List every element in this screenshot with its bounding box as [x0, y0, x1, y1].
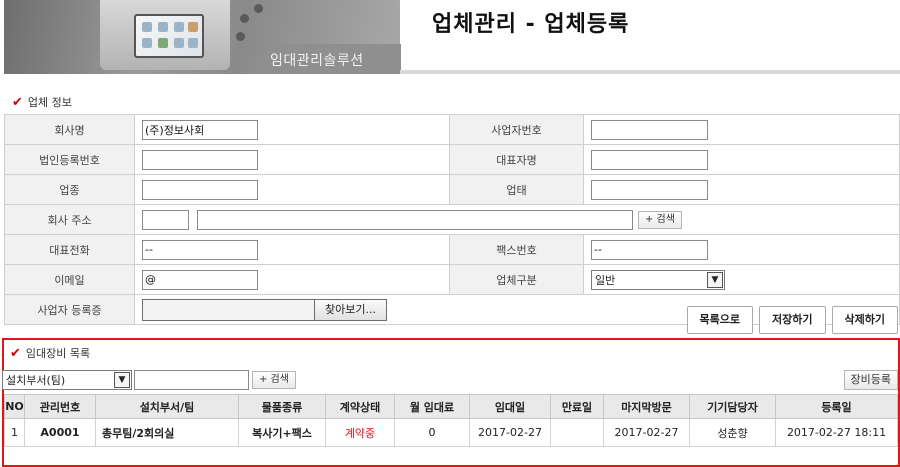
- row-start-date: 2017-02-27: [469, 418, 551, 447]
- column-header[interactable]: 물품종류: [238, 394, 326, 419]
- fax-cell: [583, 234, 900, 265]
- row-code[interactable]: A0001: [24, 418, 96, 447]
- address-search-button[interactable]: + 검색: [638, 210, 682, 229]
- column-header[interactable]: 관리번호: [24, 394, 96, 419]
- solution-label: 임대관리솔루션: [270, 53, 364, 69]
- rental-search-input[interactable]: [134, 370, 249, 390]
- copier-button-icon: [254, 4, 263, 13]
- dept-filter-select[interactable]: 설치부서(팀) ▼: [2, 370, 132, 390]
- column-header[interactable]: 기기담당자: [689, 394, 776, 419]
- column-header[interactable]: NO: [4, 394, 25, 419]
- back-to-list-button[interactable]: 목록으로: [686, 306, 754, 334]
- row-end-date: [550, 418, 604, 447]
- rental-section-header: ✔ 임대장비 목록: [10, 342, 90, 364]
- company-section-header: ✔ 업체 정보: [12, 91, 72, 113]
- chevron-down-icon[interactable]: ▼: [114, 372, 130, 388]
- business-no-label: 사업자번호: [449, 114, 584, 145]
- delete-button[interactable]: 삭제하기: [831, 306, 898, 334]
- row-registered: 2017-02-27 18:11: [775, 418, 898, 447]
- column-header[interactable]: 마지막방문: [603, 394, 690, 419]
- phone-input[interactable]: [142, 239, 258, 260]
- business-type-input[interactable]: [142, 179, 258, 200]
- row-dept: 총무팀/2회의실: [95, 418, 239, 447]
- business-item-cell: [583, 174, 900, 205]
- row-status: 계약중: [325, 418, 395, 447]
- ceo-name-label: 대표자명: [449, 144, 584, 175]
- rental-table: NO 관리번호 설치부서/팀 물품종류 계약상태 월 임대료 임대일 만료일 마…: [4, 394, 898, 447]
- phone-label: 대표전화: [4, 234, 135, 265]
- company-kind-label: 업체구분: [449, 264, 584, 295]
- company-form-table: 회사명 사업자번호 법인등록번호 대표자명 업종 업태 회사 주소: [4, 114, 900, 325]
- fax-label: 팩스번호: [449, 234, 584, 265]
- address-cell: + 검색: [134, 204, 900, 235]
- row-fee: 0: [394, 418, 470, 447]
- company-name-cell: [134, 114, 450, 145]
- ceo-name-input[interactable]: [591, 149, 708, 170]
- corp-reg-no-label: 법인등록번호: [4, 144, 135, 175]
- row-last-visit: 2017-02-27: [603, 418, 690, 447]
- file-path-box[interactable]: [142, 298, 314, 321]
- checkmark-icon: ✔: [12, 94, 23, 110]
- rental-equipment-panel: ✔ 임대장비 목록 설치부서(팀) ▼ + 검색 장비등록 NO 관리번호 설치…: [2, 338, 900, 467]
- business-no-cell: [583, 114, 900, 145]
- corp-reg-no-cell: [134, 144, 450, 175]
- header-divider: [400, 70, 900, 74]
- company-kind-select[interactable]: 일반 ▼: [591, 269, 725, 290]
- copier-button-icon: [236, 32, 245, 41]
- solution-badge: 임대관리솔루션: [256, 44, 401, 74]
- email-input[interactable]: [142, 269, 258, 290]
- rental-filter-row: 설치부서(팀) ▼ + 검색 장비등록: [2, 370, 898, 390]
- column-header[interactable]: 임대일: [469, 394, 551, 419]
- ceo-name-cell: [583, 144, 900, 175]
- page-title: 업체관리 - 업체등록: [432, 12, 630, 37]
- checkmark-icon: ✔: [10, 345, 21, 361]
- browse-button[interactable]: 찾아보기...: [314, 298, 387, 321]
- chevron-down-icon[interactable]: ▼: [707, 271, 723, 288]
- corp-reg-no-input[interactable]: [142, 149, 258, 170]
- company-kind-cell: 일반 ▼: [583, 264, 900, 295]
- row-no: 1: [4, 418, 25, 447]
- phone-cell: [134, 234, 450, 265]
- business-no-input[interactable]: [591, 119, 708, 140]
- save-button[interactable]: 저장하기: [759, 306, 826, 334]
- business-item-input[interactable]: [591, 179, 708, 200]
- copier-screen-image: [134, 14, 204, 58]
- email-label: 이메일: [4, 264, 135, 295]
- table-row[interactable]: 1 A0001 총무팀/2회의실 복사기+팩스 계약중 0 2017-02-27…: [4, 418, 898, 447]
- company-name-label: 회사명: [4, 114, 135, 145]
- copier-button-icon: [240, 14, 249, 23]
- address-detail-input[interactable]: [196, 209, 633, 230]
- company-section-title: 업체 정보: [27, 96, 72, 109]
- fax-input[interactable]: [591, 239, 708, 260]
- dept-filter-value: 설치부서(팀): [6, 374, 66, 387]
- column-header[interactable]: 월 임대료: [394, 394, 470, 419]
- table-header-row: NO 관리번호 설치부서/팀 물품종류 계약상태 월 임대료 임대일 만료일 마…: [4, 394, 898, 419]
- company-kind-value: 일반: [595, 273, 616, 287]
- column-header[interactable]: 만료일: [550, 394, 604, 419]
- zipcode-input[interactable]: [142, 209, 189, 230]
- column-header[interactable]: 설치부서/팀: [95, 394, 239, 419]
- biz-cert-label: 사업자 등록증: [4, 294, 135, 325]
- page-header: 임대관리솔루션 업체관리 - 업체등록: [0, 0, 900, 82]
- rental-search-button[interactable]: + 검색: [252, 371, 296, 389]
- business-item-label: 업태: [449, 174, 584, 205]
- register-equipment-button[interactable]: 장비등록: [843, 370, 898, 390]
- address-label: 회사 주소: [4, 204, 135, 235]
- column-header[interactable]: 계약상태: [325, 394, 395, 419]
- business-type-cell: [134, 174, 450, 205]
- company-name-input[interactable]: [142, 119, 258, 140]
- action-buttons: 목록으로 저장하기 삭제하기: [686, 306, 898, 334]
- biz-cert-file-input[interactable]: 찾아보기...: [142, 298, 387, 321]
- email-cell: [134, 264, 450, 295]
- column-header[interactable]: 등록일: [775, 394, 898, 419]
- rental-section-title: 임대장비 목록: [25, 347, 91, 360]
- row-item: 복사기+팩스: [238, 418, 326, 447]
- business-type-label: 업종: [4, 174, 135, 205]
- row-manager: 성춘향: [689, 418, 776, 447]
